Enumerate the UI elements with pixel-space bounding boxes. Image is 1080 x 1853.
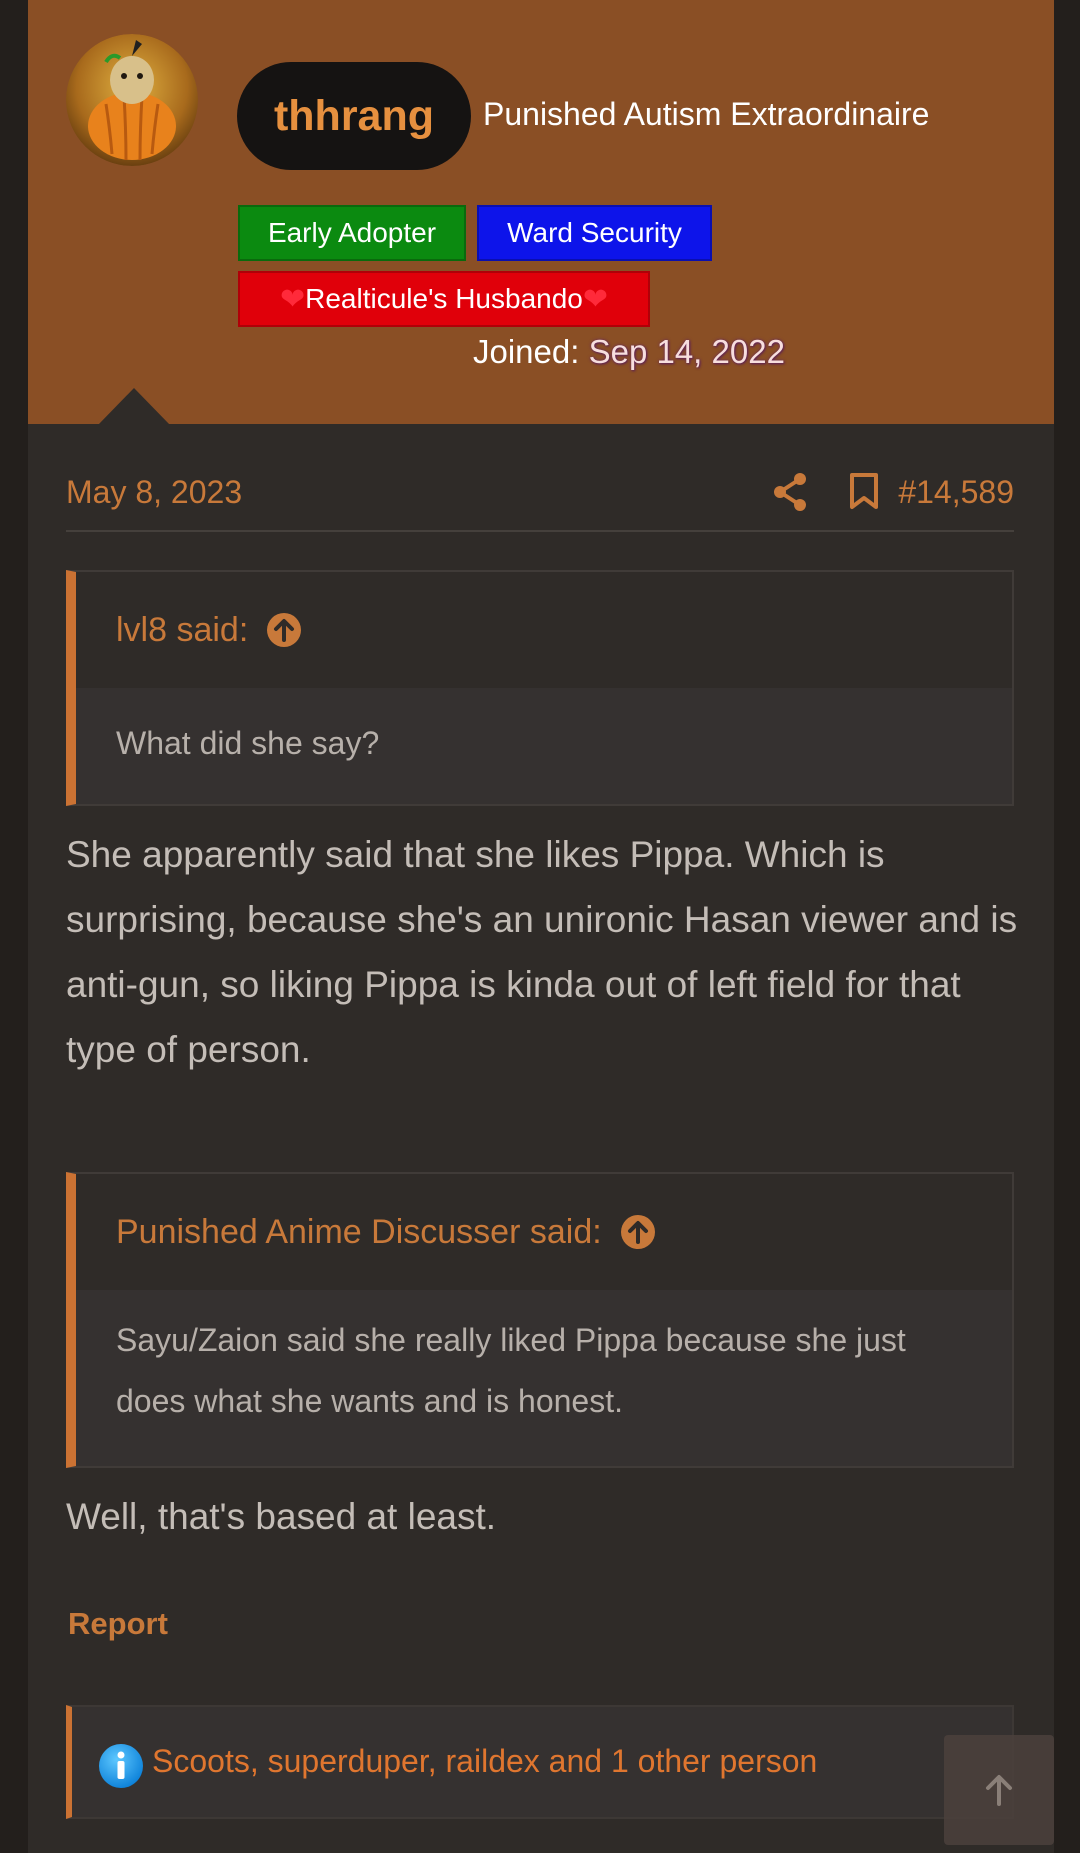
bookmark-icon[interactable]	[849, 472, 879, 510]
share-icon[interactable]	[772, 472, 808, 512]
joined-label: Joined:	[473, 333, 580, 370]
post-paragraph: She apparently said that she likes Pippa…	[66, 834, 1018, 1070]
info-icon	[99, 1744, 143, 1788]
user-header: thhrang Punished Autism Extraordinaire E…	[28, 0, 1054, 424]
quote-header: Punished Anime Discusser said:	[76, 1174, 1012, 1290]
post-container: thhrang Punished Autism Extraordinaire E…	[28, 0, 1054, 1853]
user-avatar[interactable]	[66, 34, 198, 166]
heart-icon: ❤	[279, 282, 306, 316]
back-to-top-button[interactable]	[944, 1735, 1054, 1845]
joined-date: Sep 14, 2022	[588, 333, 785, 370]
quote-text: What did she say?	[116, 725, 380, 761]
quote-text: Sayu/Zaion said she really liked Pippa b…	[116, 1322, 906, 1419]
user-banner-ward-security: Ward Security	[477, 205, 712, 261]
username-link[interactable]: thhrang	[237, 62, 471, 170]
quote-block: Punished Anime Discusser said: Sayu/Zaio…	[66, 1172, 1014, 1468]
heart-icon: ❤	[582, 282, 608, 316]
user-banner-husbando-label: Realticule's Husbando	[305, 283, 583, 314]
post-paragraph: Well, that's based at least.	[66, 1496, 497, 1537]
joined-info: Joined: Sep 14, 2022	[473, 333, 785, 371]
user-banner-husbando: ❤ Realticule's Husbando ❤	[238, 271, 650, 327]
reaction-users-link[interactable]: Scoots, superduper, raildex and 1 other …	[152, 1743, 817, 1780]
post-number[interactable]: #14,589	[898, 474, 1014, 511]
user-title: Punished Autism Extraordinaire	[483, 96, 930, 132]
quote-author[interactable]: lvl8 said:	[116, 611, 248, 650]
username[interactable]: thhrang	[274, 92, 434, 141]
post-meta: May 8, 2023 #14,589	[66, 466, 1014, 532]
report-link[interactable]: Report	[68, 1606, 168, 1642]
reactions-bar: Scoots, superduper, raildex and 1 other …	[66, 1705, 1014, 1819]
quote-block: lvl8 said: What did she say?	[66, 570, 1014, 806]
arrow-up-circle-icon[interactable]	[266, 612, 302, 648]
quote-header: lvl8 said:	[76, 572, 1012, 688]
quote-author[interactable]: Punished Anime Discusser said:	[116, 1213, 602, 1252]
post-date[interactable]: May 8, 2023	[66, 474, 242, 511]
arrow-up-circle-icon[interactable]	[620, 1214, 656, 1250]
arrow-up-icon	[986, 1775, 1012, 1806]
header-pointer	[98, 388, 170, 425]
user-banner-early-adopter: Early Adopter	[238, 205, 466, 261]
